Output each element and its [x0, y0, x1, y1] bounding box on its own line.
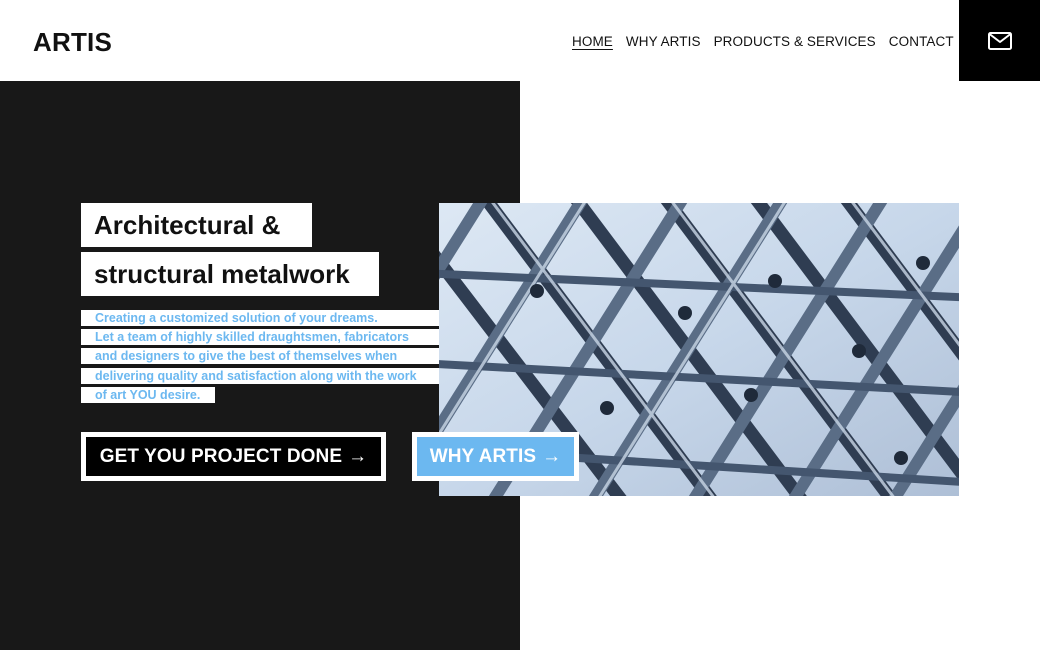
- logo[interactable]: ARTIS: [33, 27, 112, 58]
- description-line-1: Creating a customized solution of your d…: [81, 310, 439, 326]
- headline-line-1: Architectural &: [81, 203, 312, 247]
- nav-home[interactable]: HOME: [572, 34, 613, 49]
- why-artis-label: WHY ARTIS: [429, 445, 537, 467]
- description-line-2: Let a team of highly skilled draughtsmen…: [81, 329, 439, 345]
- mail-icon: [987, 31, 1012, 50]
- mail-button[interactable]: [959, 0, 1040, 81]
- get-project-done-button[interactable]: GET YOU PROJECT DONE →: [81, 432, 386, 481]
- main-nav: HOME WHY ARTIS PRODUCTS & SERVICES CONTA…: [572, 34, 954, 49]
- description-line-4: delivering quality and satisfaction alon…: [81, 368, 439, 384]
- description-line-5: of art YOU desire.: [81, 387, 215, 403]
- site-header: ARTIS HOME WHY ARTIS PRODUCTS & SERVICES…: [0, 0, 1040, 81]
- why-artis-button[interactable]: WHY ARTIS →: [412, 432, 579, 481]
- get-project-done-label: GET YOU PROJECT DONE: [99, 445, 343, 467]
- arrow-right-icon: →: [542, 445, 562, 467]
- arrow-right-icon: →: [348, 445, 368, 467]
- nav-contact[interactable]: CONTACT: [889, 34, 954, 49]
- description-line-3: and designers to give the best of themse…: [81, 348, 439, 364]
- nav-why-artis[interactable]: WHY ARTIS: [626, 34, 701, 49]
- headline-line-2: structural metalwork: [81, 252, 379, 296]
- nav-products-services[interactable]: PRODUCTS & SERVICES: [714, 34, 876, 49]
